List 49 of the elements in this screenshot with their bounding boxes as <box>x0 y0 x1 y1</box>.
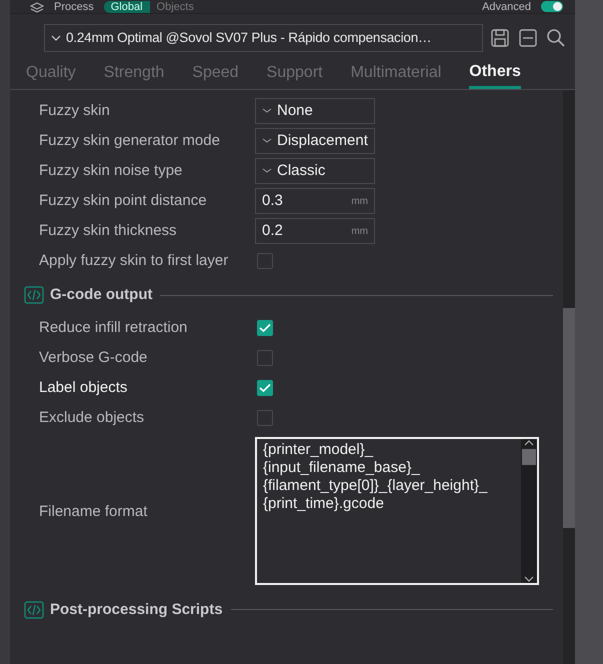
setting-label: Fuzzy skin noise type <box>39 162 184 180</box>
chevron-icon <box>51 34 61 42</box>
scrollbar-thumb[interactable] <box>563 308 575 528</box>
setting-label: Filename format <box>39 502 148 520</box>
chevron-icon <box>262 168 272 174</box>
number-field[interactable]: 0.3 mm <box>255 188 375 214</box>
minus-square-icon <box>518 28 538 48</box>
preset-dropdown[interactable]: 0.24mm Optimal @Sovol SV07 Plus - Rápido compensacion… <box>44 24 483 52</box>
checkbox[interactable] <box>257 350 273 366</box>
setting-label: Exclude objects <box>39 408 146 426</box>
panel-title: Process <box>54 0 94 12</box>
chevron-icon <box>262 138 272 144</box>
text-area[interactable]: {printer_model}_ {input_filename_base}_ {filament_type[0]}_{layer_height}_ {print_time}.gcode <box>255 436 539 584</box>
layers-icon <box>30 0 44 12</box>
scroll-up-icon <box>523 438 535 446</box>
chevron-icon <box>262 108 272 114</box>
checkbox[interactable] <box>257 253 273 269</box>
setting-label: Label objects <box>39 378 128 396</box>
search-button[interactable] <box>545 27 567 49</box>
search-icon <box>546 28 566 48</box>
number-field[interactable]: 0.2 mm <box>255 218 375 244</box>
setting-label: Fuzzy skin thickness <box>39 222 178 240</box>
setting-label: Apply fuzzy skin to first layer <box>39 252 230 270</box>
checkbox[interactable] <box>257 320 273 336</box>
setting-label: Fuzzy skin <box>39 102 111 120</box>
section-title: G-code output <box>50 285 152 305</box>
save-button[interactable] <box>489 27 511 49</box>
compare-button[interactable] <box>517 27 539 49</box>
setting-dropdown[interactable]: Displacement <box>255 128 375 154</box>
advanced-toggle[interactable] <box>541 1 563 12</box>
setting-dropdown[interactable]: Classic <box>255 158 375 184</box>
code-icon <box>24 600 44 619</box>
settings-tab[interactable]: Others <box>469 60 521 89</box>
setting-label: Verbose G-code <box>39 348 148 366</box>
save-icon <box>490 28 510 48</box>
checkbox[interactable] <box>257 380 273 396</box>
code-icon <box>24 286 44 304</box>
setting-label: Fuzzy skin point distance <box>39 192 208 210</box>
setting-label: Fuzzy skin generator mode <box>39 132 221 150</box>
setting-dropdown[interactable]: None <box>255 98 375 124</box>
checkbox[interactable] <box>257 410 273 426</box>
section-title: Post-processing Scripts <box>50 600 223 620</box>
scrollbar-thumb[interactable] <box>522 448 536 464</box>
setting-label: Reduce infill retraction <box>39 318 188 336</box>
scope-tab[interactable]: Global <box>104 0 150 12</box>
unit-label: mm <box>351 224 368 238</box>
advanced-label: Advanced <box>482 0 531 12</box>
scroll-down-icon <box>523 574 535 582</box>
unit-label: mm <box>351 194 368 208</box>
